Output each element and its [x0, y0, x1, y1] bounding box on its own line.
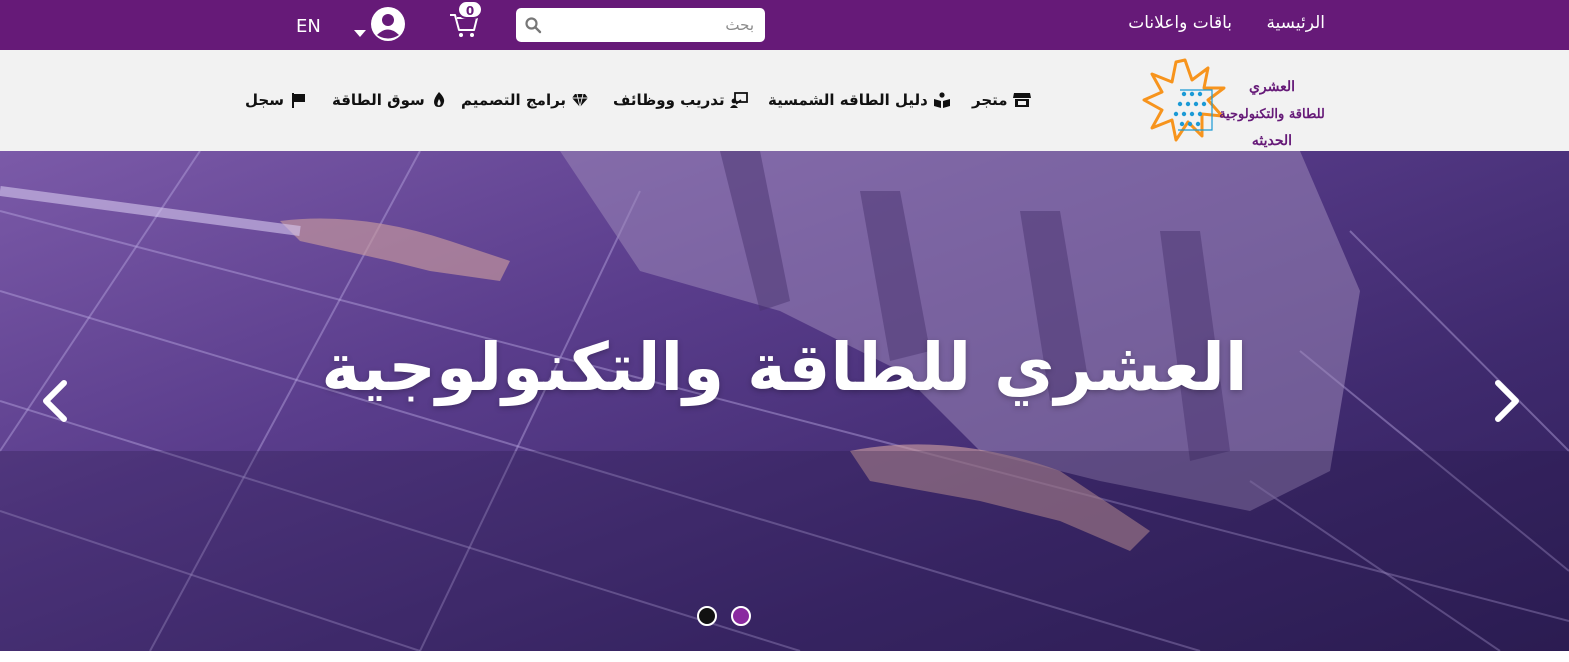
hero-slider: العشري للطاقة والتكنولوجية	[0, 151, 1569, 651]
gem-icon	[572, 93, 589, 108]
user-circle-icon[interactable]	[370, 6, 406, 42]
nav-item-design-software[interactable]: برامج التصميم	[461, 88, 589, 112]
nav-item-training-jobs[interactable]: تدريب ووظائف	[613, 88, 748, 112]
search-form	[516, 8, 765, 42]
chevron-right-icon[interactable]	[1490, 379, 1524, 423]
nav-link-home[interactable]: الرئيسية	[1266, 13, 1325, 33]
nav-item-label: دليل الطاقه الشمسية	[768, 91, 928, 109]
hero-title: العشري للطاقة والتكنولوجية	[321, 329, 1248, 406]
search-input[interactable]	[550, 8, 754, 42]
search-icon[interactable]	[524, 16, 542, 34]
chevron-left-icon[interactable]	[38, 379, 72, 423]
nav-link-packages-ads[interactable]: باقات واعلانات	[1128, 13, 1232, 33]
nav-item-label: تدريب ووظائف	[613, 91, 725, 109]
logo-line-1: العشري	[1248, 79, 1296, 95]
nav-item-register[interactable]: سجل	[245, 88, 307, 112]
cart-count-badge: 0	[457, 0, 483, 19]
nav-item-store[interactable]: متجر	[972, 88, 1031, 112]
language-switch[interactable]: EN	[296, 16, 321, 37]
logo-text: العشري للطاقة والتكنولوجية الحديثه	[1210, 74, 1334, 155]
site-logo[interactable]: العشري للطاقة والتكنولوجية الحديثه	[1140, 54, 1340, 150]
nav-item-label: سوق الطاقة	[332, 91, 425, 109]
slider-dot-1[interactable]	[697, 606, 717, 626]
slider-dot-2[interactable]	[731, 606, 751, 626]
nav-item-label: متجر	[972, 91, 1008, 109]
store-icon	[1012, 93, 1031, 107]
teacher-icon	[729, 92, 748, 108]
main-navbar: العشري للطاقة والتكنولوجية الحديثه متجر …	[0, 50, 1569, 151]
flag-icon	[291, 93, 305, 108]
nav-item-energy-market[interactable]: سوق الطاقة	[332, 88, 448, 112]
caret-down-icon[interactable]	[353, 28, 367, 38]
nav-item-label: سجل	[245, 91, 284, 109]
logo-line-2: للطاقة والتكنولوجية	[1219, 107, 1325, 122]
nav-item-solar-guide[interactable]: دليل الطاقه الشمسية	[768, 88, 951, 112]
book-reader-icon	[933, 92, 950, 108]
nav-item-label: برامج التصميم	[461, 91, 567, 109]
fire-icon	[433, 92, 444, 107]
top-bar: الرئيسية باقات واعلانات 0 EN	[0, 0, 1569, 50]
